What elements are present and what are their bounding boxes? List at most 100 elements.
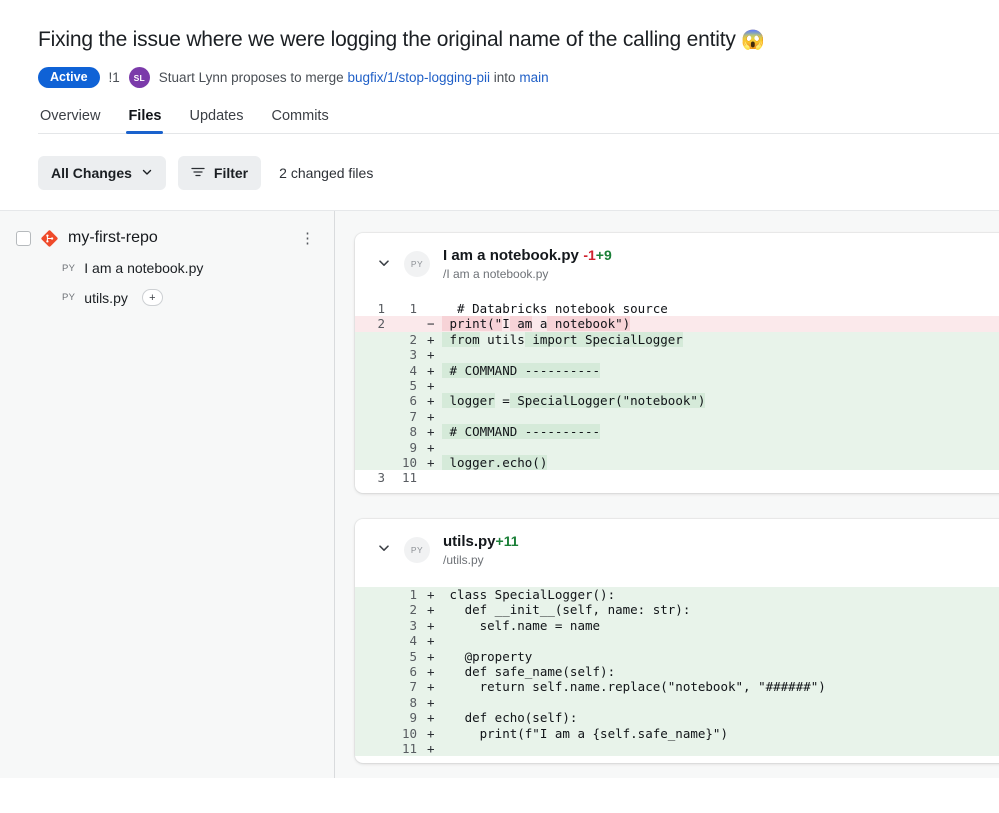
chevron-down-icon[interactable] [377,256,391,273]
diff-line: 4 + [355,633,999,649]
new-line-number: 2 [409,602,417,618]
file-tree-sidebar: my-first-repo ⋮ PY I am a notebook.py PY… [0,211,335,778]
source-branch-link[interactable]: bugfix/1/stop-logging-pii [347,70,490,85]
diff-file-meta: I am a notebook.py -1+9/I am a notebook.… [443,247,612,281]
diff-line-text: return self.name.replace("notebook", "##… [442,679,826,695]
old-line-number [355,332,389,347]
new-line-number [389,316,427,331]
changed-files-count: 2 changed files [279,165,374,181]
pr-number: !1 [108,70,120,85]
diff-line-text: # COMMAND ---------- [442,424,601,440]
old-line-number [355,726,389,741]
diff-line-text [442,378,999,393]
diff-line-text: # COMMAND ---------- [442,362,601,378]
diff-code-padding [355,486,999,493]
new-line-number: 10 [401,455,417,471]
diff-line: 10 + logger.echo() [355,455,999,471]
old-line-number [355,363,389,378]
diff-line-text: print(f"I am a {self.safe_name}") [442,725,728,741]
diff-line: 7 + return self.name.replace("notebook", … [355,679,999,695]
sidebar-file-item-notebook[interactable]: PY I am a notebook.py [0,247,334,276]
diff-line: 2 + def __init__(self, name: str): [355,602,999,618]
diff-line: 5 + @property [355,648,999,664]
new-line-number: 8 [409,694,417,710]
diff-file-path: /utils.py [443,552,484,567]
diff-card: PY I am a notebook.py -1+9/I am a noteboo… [355,233,999,493]
old-line-number [355,393,389,408]
scream-emoji-icon: 😱 [741,30,765,51]
sidebar-file-label: I am a notebook.py [84,260,204,276]
diff-marker: + [427,378,435,394]
merge-verb: proposes to merge [231,70,344,85]
diff-marker: + [427,648,435,664]
old-line-number: 3 [377,470,385,486]
diff-line: 7 + [355,408,999,425]
old-line-number [355,455,389,470]
diff-file-name: I am a notebook.py [443,247,579,264]
diff-marker: + [427,679,435,695]
diff-header[interactable]: PY I am a notebook.py -1+9/I am a noteboo… [355,233,999,294]
kebab-menu-icon[interactable]: ⋮ [296,229,320,247]
diff-line: 8 + # COMMAND ---------- [355,424,999,440]
diff-line: 2 + from utils import SpecialLogger [355,331,999,348]
diff-line: 8 + [355,694,999,711]
old-line-number [355,679,389,694]
new-line-number: 4 [409,362,417,378]
old-line-number [355,618,389,633]
diff-marker: + [427,393,435,409]
repo-row[interactable]: my-first-repo ⋮ [0,229,334,247]
pr-header: Fixing the issue where we were logging t… [0,0,999,88]
old-line-number: 1 [377,301,385,316]
all-changes-label: All Changes [51,165,132,181]
pr-tabs: Overview Files Updates Commits [38,108,999,134]
diff-file-name: utils.py [443,532,496,550]
new-line-number: 7 [409,679,417,695]
diff-marker: + [427,408,435,424]
checkbox-unchecked[interactable] [16,230,31,246]
diff-marker [427,301,442,316]
chevron-down-icon [141,165,153,181]
author-name: Stuart Lynn [158,70,228,85]
sidebar-file-label: utils.py [84,289,128,306]
diff-line-text: class SpecialLogger(): [442,586,616,602]
tab-updates[interactable]: Updates [187,108,245,133]
diff-line: 10 + print(f"I am a {self.safe_name}") [355,725,999,741]
sidebar-file-item-utils[interactable]: PY utils.py + [0,276,334,306]
diff-header[interactable]: PY utils.py+11/utils.py [355,519,999,580]
chevron-down-icon[interactable] [377,541,391,558]
new-line-number: 1 [409,586,417,602]
files-toolbar: All Changes Filter 2 changed files [0,134,999,210]
diff-line: 3 + self.name = name [355,617,999,634]
new-line-number: 2 [409,331,417,347]
all-changes-dropdown[interactable]: All Changes [38,156,166,190]
old-line-number: 2 [377,316,385,332]
new-line-number: 1 [409,301,417,316]
diff-code-block: 1 + class SpecialLogger(): 2 + def __init__… [355,580,999,763]
tab-files[interactable]: Files [126,108,164,134]
diff-marker: + [427,424,435,440]
diff-line-text: print("I am a notebook") [442,316,631,332]
diff-marker: + [427,740,435,756]
new-line-number: 11 [401,740,417,756]
new-line-number: 11 [401,470,417,486]
diff-marker [427,470,442,485]
tab-commits[interactable]: Commits [270,108,331,133]
diff-marker: + [427,725,435,741]
diff-line: 1 1 # Databricks notebook source [355,301,999,317]
filter-icon [191,165,205,181]
filter-button[interactable]: Filter [177,156,262,190]
diff-line: 3 11 [355,470,999,486]
pull-request-page: Fixing the issue where we were logging t… [0,0,999,813]
pr-title-text: Fixing the issue where we were logging t… [38,28,736,51]
diff-marker: + [427,633,435,649]
diff-line: 3 + [355,347,999,363]
diff-line-text: self.name = name [442,617,601,633]
tab-overview[interactable]: Overview [38,108,102,133]
old-line-number [355,664,389,679]
new-line-number: 5 [409,648,417,664]
avatar: SL [128,67,150,88]
diff-line: 9 + def echo(self): [355,710,999,726]
new-line-number: 6 [409,393,417,409]
diff-line: 6 + def safe_name(self): [355,663,999,680]
target-branch-link[interactable]: main [519,70,548,85]
